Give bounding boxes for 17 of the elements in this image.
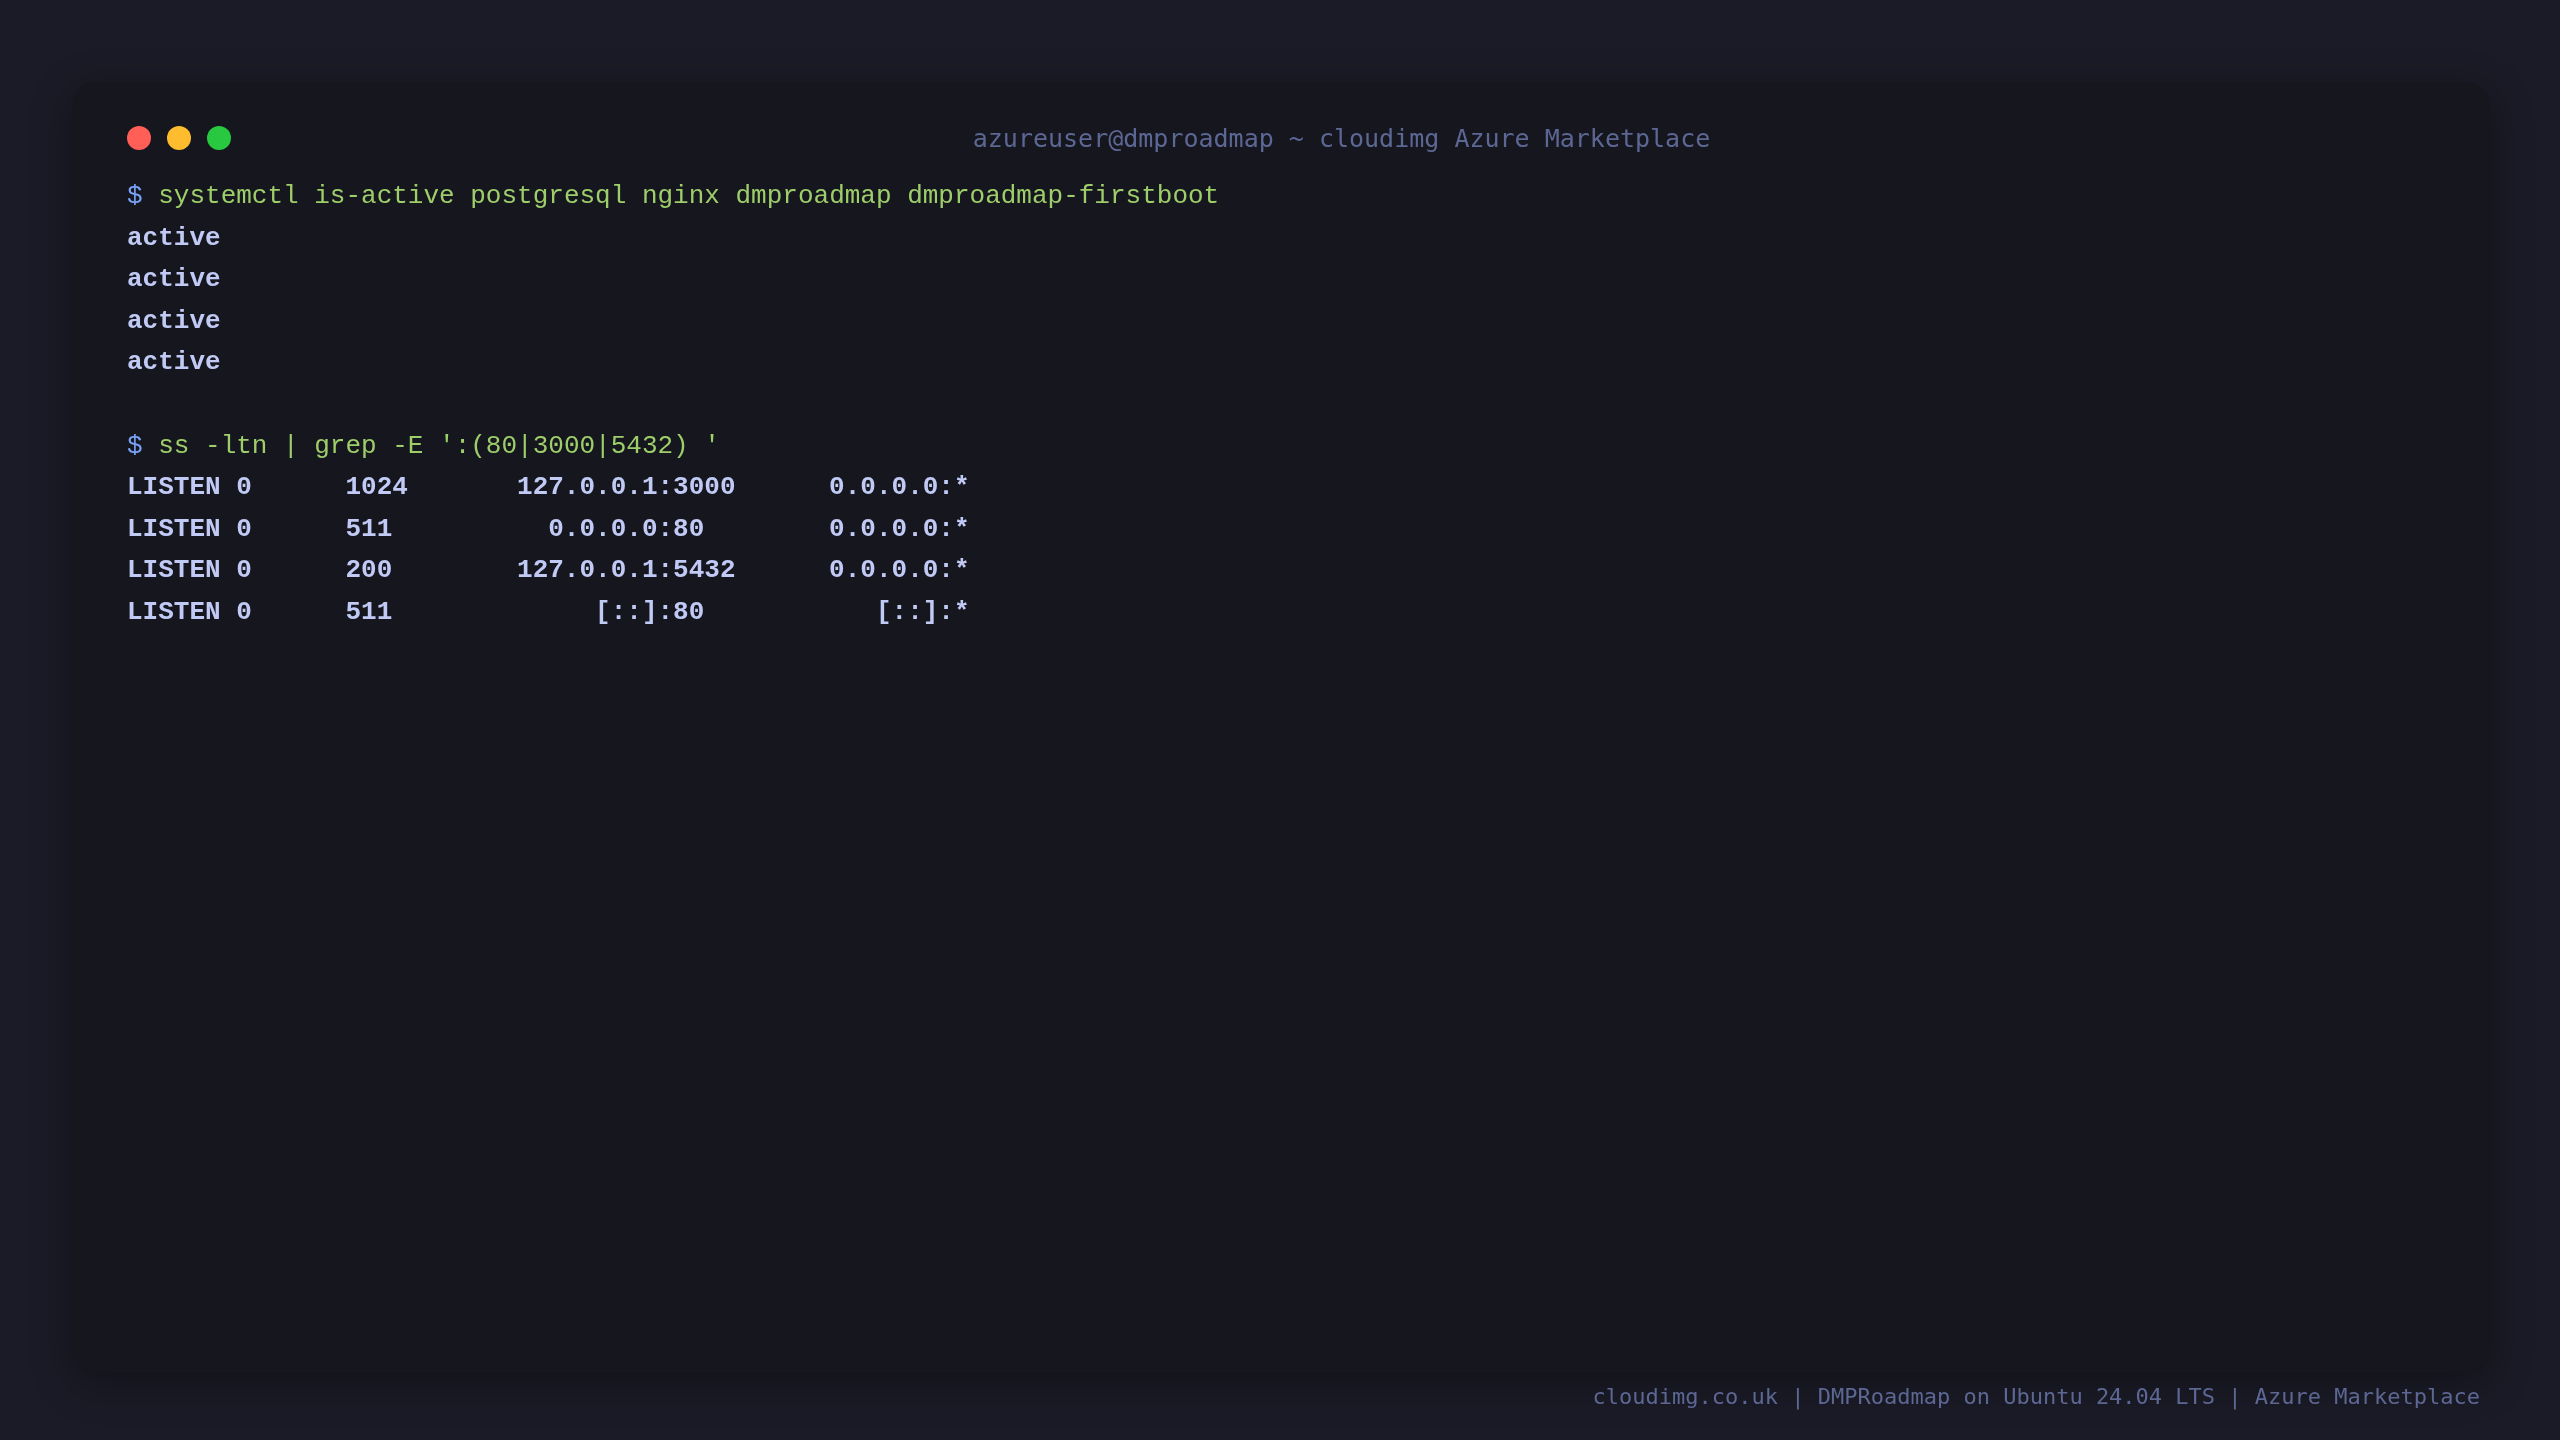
output-line: active <box>127 221 221 255</box>
output-line: LISTEN 0 1024 127.0.0.1:3000 0.0.0.0:* <box>127 471 970 505</box>
prompt: $ <box>127 429 143 463</box>
output-line: LISTEN 0 200 127.0.0.1:5432 0.0.0.0:* <box>127 554 970 588</box>
footer-text: cloudimg.co.uk | DMPRoadmap on Ubuntu 24.04 LTS | Azure Marketplace <box>1592 1384 2480 1409</box>
prompt: $ <box>127 180 143 213</box>
window-title: azureuser@dmproadmap ~ cloudimg Azure Marketplace <box>972 123 1711 153</box>
output-line: active <box>127 263 221 297</box>
output-line: active <box>127 346 221 380</box>
maximize-icon[interactable] <box>207 126 231 150</box>
minimize-icon[interactable] <box>167 126 191 150</box>
output-line: LISTEN 0 511 [::]:80 [::]:* <box>127 595 970 629</box>
output-line: LISTEN 0 511 0.0.0.0:80 0.0.0.0:* <box>127 512 970 546</box>
close-icon[interactable] <box>127 126 151 150</box>
output-line: active <box>127 304 221 338</box>
command-text: systemctl is-active postgresql nginx dmproadmap dmproadmap-firstboot <box>158 180 1220 213</box>
command-text: ss -ltn | grep -E ':(80|3000|5432) ' <box>158 429 720 463</box>
